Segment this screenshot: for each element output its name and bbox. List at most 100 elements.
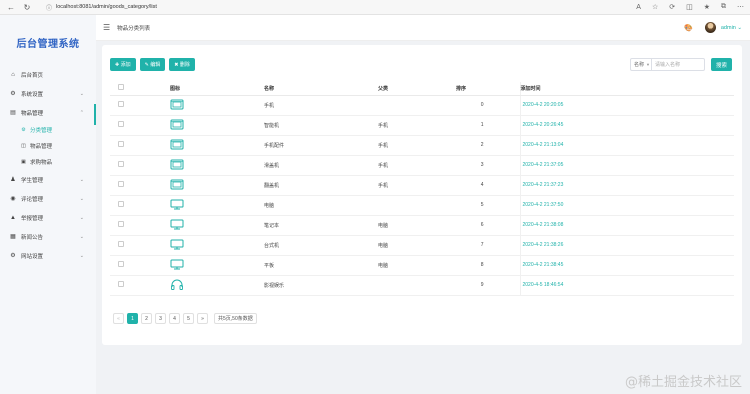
row-checkbox[interactable]	[118, 261, 124, 267]
row-checkbox[interactable]	[118, 101, 124, 107]
goods-icon: ▤	[10, 110, 16, 116]
add-label: 添加	[120, 62, 131, 68]
sidebar-item-label: 系统设置	[21, 91, 44, 98]
menu-toggle-icon[interactable]: ☰	[103, 23, 110, 32]
sidebar-item-students[interactable]: ♟ 学生管理 ⌄	[0, 170, 96, 189]
chevron-down-icon: ⌄	[79, 233, 84, 240]
page-3-button[interactable]: 3	[155, 313, 166, 324]
sidebar-item-reports[interactable]: ▲ 举报管理 ⌄	[0, 208, 96, 227]
row-icon-cell	[170, 135, 264, 156]
info-icon[interactable]: ⓘ	[46, 3, 52, 12]
user-menu[interactable]: admin ⌄	[721, 25, 742, 31]
favorites-icon[interactable]: ★	[704, 3, 710, 11]
chevron-down-icon: ⌄	[79, 214, 84, 221]
phone-icon	[170, 139, 184, 150]
next-page-button[interactable]: »	[197, 313, 208, 324]
more-icon[interactable]: ⋯	[737, 3, 744, 11]
sidebar-item-news[interactable]: ▦ 新闻公告 ⌄	[0, 227, 96, 246]
row-checkbox[interactable]	[118, 241, 124, 247]
favorite-icon[interactable]: ☆	[652, 3, 658, 11]
row-name: 笔记本	[264, 215, 378, 236]
row-icon-cell	[170, 175, 264, 196]
avatar[interactable]	[704, 22, 716, 33]
row-checkbox[interactable]	[118, 281, 124, 287]
sidebar-item-label: 网站设置	[21, 253, 44, 260]
row-select-cell	[110, 255, 170, 276]
row-select-cell	[110, 195, 170, 216]
table-row[interactable]: 影视娱乐 9 2020-4-5 18:46:54	[110, 275, 734, 296]
select-all-checkbox[interactable]	[118, 84, 124, 91]
row-icon-cell	[170, 155, 264, 176]
address-bar[interactable]: ⓘ localhost:8081/admin/goods_category/li…	[42, 2, 602, 13]
search-input[interactable]: 请输入名称	[652, 58, 705, 71]
sidebar-item-home[interactable]: ⌂ 后台首页	[0, 65, 96, 84]
search-button[interactable]: 搜索	[711, 58, 732, 71]
table-row[interactable]: 电脑 5 2020-4-2 21:37:50	[110, 195, 734, 216]
sidebar-item-label: 评论管理	[21, 196, 44, 203]
sidebar-item-comments[interactable]: ◉ 评论管理 ⌄	[0, 189, 96, 208]
row-time: 2020-4-2 21:37:50	[519, 195, 734, 216]
row-time: 2020-4-2 21:38:26	[519, 235, 734, 256]
row-name: 手机	[264, 95, 378, 116]
sidebar-item-wanted[interactable]: ▣ 求购物品	[0, 154, 96, 170]
row-checkbox[interactable]	[118, 121, 124, 127]
row-checkbox[interactable]	[118, 201, 124, 207]
sidebar-item-goods-list[interactable]: ◫ 物品管理	[0, 138, 96, 154]
row-select-cell	[110, 115, 170, 136]
delete-button[interactable]: ✖ 删除	[169, 58, 195, 71]
active-indicator	[94, 104, 96, 125]
search-area: 名称 ▼ 请输入名称 搜索	[630, 58, 732, 71]
row-checkbox[interactable]	[118, 141, 124, 147]
reload-icon[interactable]: ↻	[22, 2, 32, 12]
table-row[interactable]: 滑盖机 手机 3 2020-4-2 21:37:05	[110, 155, 734, 176]
row-icon-cell	[170, 255, 264, 276]
row-checkbox[interactable]	[118, 161, 124, 167]
table-row[interactable]: 手机配件 手机 2 2020-4-2 21:13:04	[110, 135, 734, 156]
back-icon[interactable]: ←	[6, 2, 16, 12]
row-sort: 5	[452, 195, 520, 216]
row-sort: 8	[452, 255, 520, 276]
sidebar-item-system[interactable]: ⚙ 系统设置 ⌄	[0, 84, 96, 103]
page-2-button[interactable]: 2	[141, 313, 152, 324]
table-row[interactable]: 笔记本 电脑 6 2020-4-2 21:38:08	[110, 215, 734, 236]
table-row[interactable]: 平板 电脑 8 2020-4-2 21:38:45	[110, 255, 734, 276]
row-icon-cell	[170, 115, 264, 136]
row-sort: 2	[452, 135, 520, 156]
monitor-icon	[170, 239, 184, 250]
add-button[interactable]: ✚ 添加	[110, 58, 136, 71]
row-sort: 9	[452, 275, 520, 296]
prev-page-button[interactable]: «	[113, 313, 124, 324]
monitor-icon	[170, 199, 184, 210]
table-row[interactable]: 台式机 电脑 7 2020-4-2 21:38:26	[110, 235, 734, 256]
read-aloud-icon[interactable]: A	[636, 4, 641, 11]
page-4-button[interactable]: 4	[169, 313, 180, 324]
row-name: 滑盖机	[264, 155, 378, 176]
row-icon-cell	[170, 215, 264, 236]
sidebar-item-label: 分类管理	[30, 128, 53, 134]
refresh-page-icon[interactable]: ⟳	[669, 3, 675, 11]
chevron-down-icon: ⌄	[79, 176, 84, 183]
table-row[interactable]: 智能机 手机 1 2020-4-2 20:26:45	[110, 115, 734, 136]
split-screen-icon[interactable]: ◫	[686, 3, 693, 11]
row-name: 翻盖机	[264, 175, 378, 196]
sidebar-item-category[interactable]: ⚙ 分类管理	[0, 122, 96, 138]
chevron-down-icon: ⌄	[79, 252, 84, 259]
sidebar-item-goods[interactable]: ▤ 物品管理 ⌃	[0, 103, 96, 122]
row-parent: 手机	[378, 135, 452, 156]
row-parent	[378, 275, 452, 296]
collections-icon[interactable]: ⧉	[721, 3, 726, 11]
row-parent	[378, 195, 452, 216]
page-1-button[interactable]: 1	[127, 313, 138, 324]
sidebar-item-site-settings[interactable]: ⚙ 网站设置 ⌄	[0, 246, 96, 265]
row-checkbox[interactable]	[118, 221, 124, 227]
row-parent: 手机	[378, 175, 452, 196]
row-checkbox[interactable]	[118, 181, 124, 187]
row-parent: 手机	[378, 115, 452, 136]
search-field-select[interactable]: 名称 ▼	[630, 58, 652, 71]
page-5-button[interactable]: 5	[183, 313, 194, 324]
theme-palette-icon[interactable]: 🎨	[684, 24, 693, 32]
table-row[interactable]: 手机 0 2020-4-2 20:20:05	[110, 95, 734, 116]
table-row[interactable]: 翻盖机 手机 4 2020-4-2 21:37:23	[110, 175, 734, 196]
row-time: 2020-4-2 21:37:05	[519, 155, 734, 176]
edit-button[interactable]: ✎ 编辑	[139, 58, 166, 71]
